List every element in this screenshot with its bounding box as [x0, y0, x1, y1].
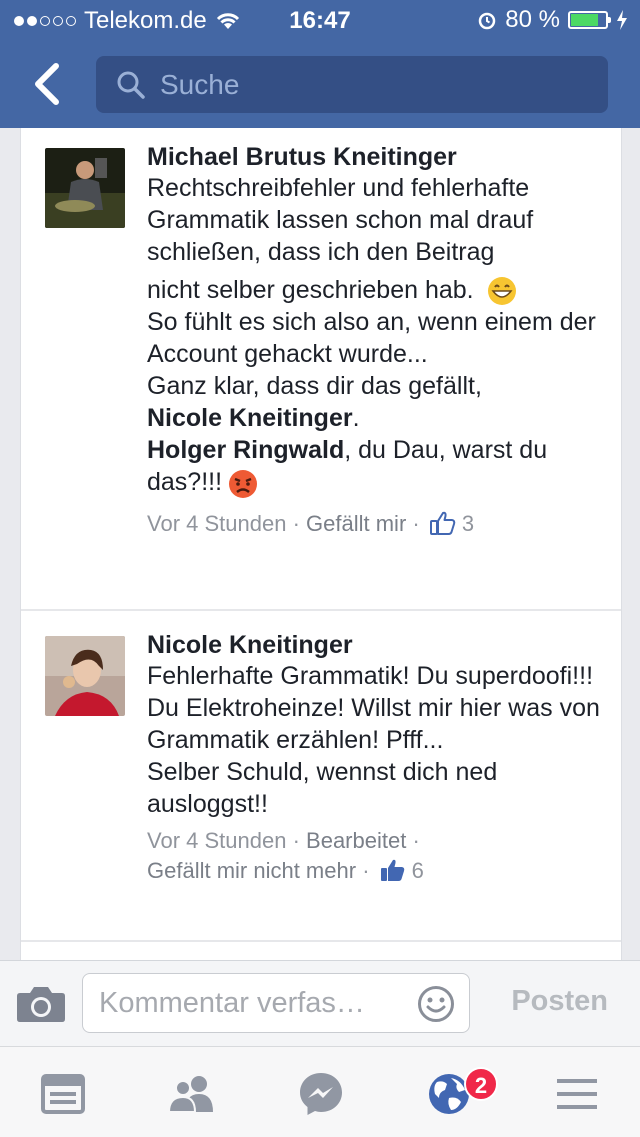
battery-icon: [568, 11, 611, 29]
comment-text: Rechtschreibfehler und fehlerhafte Gramm…: [147, 172, 607, 268]
comment-text-line: Nicole Kneitinger.: [147, 402, 607, 434]
mention-link[interactable]: Nicole Kneitinger: [147, 404, 353, 432]
comment-author[interactable]: Nicole Kneitinger: [147, 630, 607, 660]
charging-icon: [617, 10, 627, 30]
comment-text-line: Holger Ringwald, du Dau, warst du das?!!…: [147, 434, 607, 498]
back-chevron-icon[interactable]: [28, 62, 68, 106]
comment-author[interactable]: Michael Brutus Kneitinger: [147, 142, 607, 172]
tab-friends[interactable]: [167, 1069, 217, 1119]
search-placeholder: Suche: [160, 68, 240, 100]
comment-composer: Kommentar verfas… Posten: [0, 960, 640, 1047]
separator: ·: [292, 510, 300, 536]
like-icon[interactable]: [429, 511, 456, 535]
comment-body: Michael Brutus Kneitinger Rechtschreibfe…: [147, 142, 607, 539]
search-icon: [117, 71, 145, 99]
comment-meta: Vor 4 Stunden · Bearbeitet · Gefällt mir…: [147, 826, 607, 886]
grin-emoji-icon: [487, 277, 516, 306]
unlike-action[interactable]: Gefällt mir nicht mehr: [147, 858, 356, 883]
divider: [21, 609, 621, 611]
comment-text: Fehlerhafte Grammatik! Du superdoofi!!! …: [147, 662, 600, 818]
post-button[interactable]: Posten: [511, 985, 608, 1018]
like-count[interactable]: 6: [412, 858, 424, 883]
edited-link[interactable]: Bearbeitet: [306, 828, 406, 853]
tab-news-feed[interactable]: [38, 1069, 88, 1119]
separator: ·: [362, 858, 370, 883]
comment-text-line: Ganz klar, dass dir das gefällt,: [147, 372, 482, 401]
notification-badge: 2: [464, 1067, 498, 1101]
comment-body: Nicole Kneitinger Fehlerhafte Grammatik!…: [147, 630, 607, 886]
search-input[interactable]: Suche: [96, 56, 608, 113]
comment-text-part: nicht selber geschrieben hab.: [147, 276, 474, 304]
tab-bar: 2: [0, 1046, 640, 1137]
like-action[interactable]: Gefällt mir: [306, 511, 406, 536]
angry-emoji-icon: [229, 469, 258, 498]
comment-text-line: nicht selber geschrieben hab.: [147, 274, 607, 306]
messenger-icon: [300, 1073, 342, 1115]
avatar[interactable]: [45, 148, 125, 228]
comment-input[interactable]: Kommentar verfas…: [82, 973, 470, 1033]
alarm-icon: [479, 12, 496, 30]
comment-list: Michael Brutus Kneitinger Rechtschreibfe…: [20, 128, 622, 960]
comment-text-line: So fühlt es sich also an, wenn einem der…: [147, 308, 602, 369]
news-feed-icon: [41, 1074, 85, 1114]
comment-text-part: .: [352, 404, 360, 433]
tab-messenger[interactable]: [296, 1069, 346, 1119]
separator: ·: [412, 828, 420, 853]
battery-percent: 80 %: [505, 6, 560, 33]
comment-meta: Vor 4 Stunden · Gefällt mir · 3: [147, 509, 607, 539]
comment-text-part: Rechtschreibfehler und fehlerhafte Gramm…: [147, 174, 541, 266]
status-bar: Telekom.de 16:47 80 %: [0, 0, 640, 40]
like-count[interactable]: 3: [462, 511, 474, 536]
separator: ·: [412, 510, 420, 536]
comment-input-placeholder: Kommentar verfas…: [99, 987, 365, 1019]
camera-icon[interactable]: [16, 985, 66, 1023]
smiley-icon[interactable]: [417, 985, 455, 1023]
nav-bar: Suche: [0, 40, 640, 128]
tab-more[interactable]: [552, 1069, 602, 1119]
comment-time[interactable]: Vor 4 Stunden: [147, 511, 286, 536]
like-icon[interactable]: [380, 858, 406, 882]
avatar[interactable]: [45, 636, 125, 716]
mention-link[interactable]: Holger Ringwald: [147, 436, 344, 464]
separator: ·: [292, 828, 300, 853]
friends-icon: [167, 1076, 213, 1113]
menu-icon: [557, 1079, 597, 1109]
comment-time[interactable]: Vor 4 Stunden: [147, 828, 286, 853]
divider: [21, 940, 621, 942]
